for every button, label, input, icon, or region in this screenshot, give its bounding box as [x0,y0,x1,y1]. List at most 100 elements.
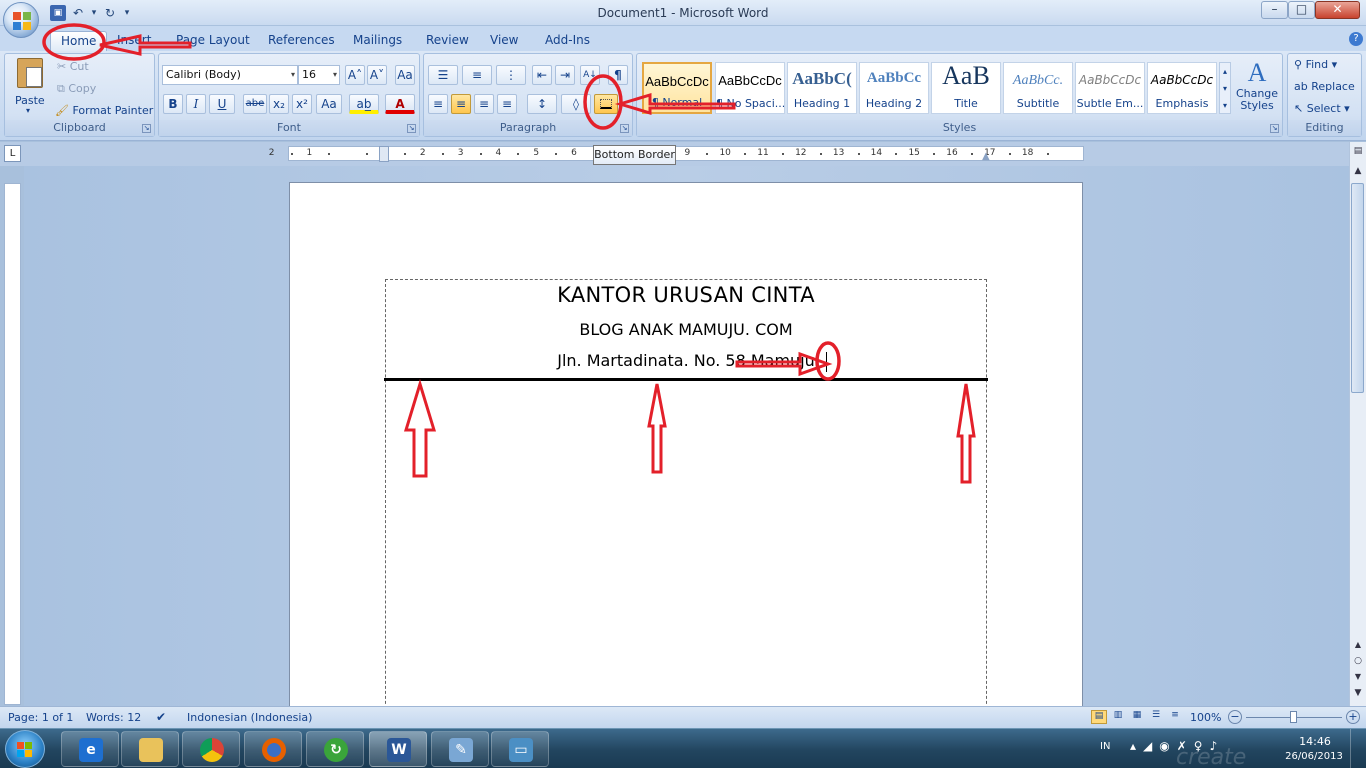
undo-icon[interactable]: ↶ [70,5,86,21]
style-heading-1[interactable]: AaBbC( Heading 1 [787,62,857,114]
style-subtitle[interactable]: AaBbCc. Subtitle [1003,62,1073,114]
font-name-combo[interactable]: Calibri (Body) ▾ [162,65,298,85]
underline-button[interactable]: U [209,94,235,114]
style-normal[interactable]: AaBbCcDc ¶ Normal [642,62,712,114]
tab-mailings[interactable]: Mailings [343,31,412,51]
page-count[interactable]: Page: 1 of 1 [8,711,73,724]
tab-review[interactable]: Review [416,31,479,51]
bullets-button[interactable]: ☰ [428,65,458,85]
right-indent-marker[interactable]: ▲ [982,151,990,162]
undo-dropdown-icon[interactable]: ▾ [90,5,98,21]
horizontal-ruler[interactable]: 21123456789101112131415161718 ▲ [269,146,1084,162]
proofing-icon[interactable]: ✔ [156,710,166,724]
header-line-2[interactable]: BLOG ANAK MAMUJU. COM [385,320,987,339]
align-right-button[interactable]: ≡ [474,94,494,114]
format-painter-button[interactable]: 🖌 Format Painter [55,104,153,117]
justify-button[interactable]: ≡ [497,94,517,114]
superscript-button[interactable]: x² [292,94,312,114]
style-heading-2[interactable]: AaBbCc Heading 2 [859,62,929,114]
tab-references[interactable]: References [258,31,345,51]
browse-object-icon[interactable]: ○ [1352,656,1364,668]
show-desktop-button[interactable] [1350,729,1366,768]
find-button[interactable]: ⚲ Find ▾ [1294,58,1337,71]
subscript-button[interactable]: x₂ [269,94,289,114]
scroll-down-icon[interactable]: ▼ [1352,688,1364,700]
taskbar-firefox[interactable] [244,731,302,767]
left-indent-marker[interactable] [379,146,389,162]
draft-icon[interactable]: ≡ [1167,710,1183,724]
style-no-spacing[interactable]: AaBbCcDc ¶ No Spaci... [715,62,785,114]
taskbar-explorer[interactable] [121,731,179,767]
taskbar-paint[interactable]: ✎ [431,731,489,767]
taskbar-word[interactable]: W [369,731,427,767]
bold-button[interactable]: B [163,94,183,114]
strikethrough-button[interactable]: abe [243,94,267,114]
tab-page-layout[interactable]: Page Layout [166,31,260,51]
paste-button[interactable]: Paste ▾ [11,58,49,116]
clipboard-launcher-icon[interactable]: ↘ [142,124,151,133]
change-case-button[interactable]: Aa [316,94,342,114]
italic-button[interactable]: I [186,94,206,114]
print-layout-icon[interactable]: ▤ [1091,710,1107,724]
line-spacing-button[interactable]: ↕ [527,94,557,114]
bottom-border-button[interactable] [594,94,618,114]
save-icon[interactable]: ▣ [50,5,66,21]
tab-view[interactable]: View [480,31,528,51]
zoom-in-icon[interactable]: + [1346,710,1360,724]
zoom-slider-thumb[interactable] [1290,711,1297,723]
previous-page-icon[interactable]: ▲ [1352,640,1364,652]
font-size-combo[interactable]: 16 ▾ [298,65,340,85]
font-launcher-icon[interactable]: ↘ [407,124,416,133]
paragraph-launcher-icon[interactable]: ↘ [620,124,629,133]
decrease-indent-button[interactable]: ⇤ [532,65,552,85]
start-button[interactable] [5,730,45,768]
zoom-level[interactable]: 100% [1190,711,1221,724]
increase-indent-button[interactable]: ⇥ [555,65,575,85]
input-language[interactable]: IN [1100,741,1110,752]
style-title[interactable]: AaB Title [931,61,1001,114]
cut-button[interactable]: ✂ Cut [57,60,89,73]
help-icon[interactable]: ? [1349,32,1363,46]
clear-formatting-button[interactable]: Aa [395,65,415,85]
taskbar-internet-explorer[interactable]: e [61,731,119,767]
redo-icon[interactable]: ↻ [102,5,118,21]
outline-icon[interactable]: ☰ [1148,710,1164,724]
tab-selector-button[interactable]: L [4,145,21,162]
tab-insert[interactable]: Insert [107,31,161,51]
numbering-button[interactable]: ≡ [462,65,492,85]
zoom-out-icon[interactable]: − [1228,710,1242,724]
header-line-3[interactable]: Jln. Martadinata. No. 58 Mamuju [385,351,987,370]
highlight-button[interactable]: ab̲ [349,94,379,114]
sort-button[interactable]: A↓ [580,65,600,85]
scrollbar-thumb[interactable] [1351,183,1364,393]
maximize-button[interactable]: □ [1288,1,1315,19]
show-hide-button[interactable]: ¶ [608,65,628,85]
web-layout-icon[interactable]: ▦ [1129,710,1145,724]
style-emphasis[interactable]: AaBbCcDc Emphasis [1147,62,1217,114]
shrink-font-button[interactable]: A˅ [367,65,387,85]
scroll-up-icon[interactable]: ▲ [1352,166,1364,178]
ruler-toggle-icon[interactable]: ▤ [1352,146,1364,158]
customize-qat-icon[interactable]: ▾ [122,5,132,21]
word-count[interactable]: Words: 12 [86,711,141,724]
full-screen-reading-icon[interactable]: ▥ [1110,710,1126,724]
change-styles-button[interactable]: A Change Styles [1234,58,1280,118]
taskbar-picture-viewer[interactable]: ▭ [491,731,549,767]
select-button[interactable]: ↖ Select ▾ [1294,102,1350,115]
minimize-button[interactable]: – [1261,1,1288,19]
vertical-ruler[interactable] [4,183,21,705]
style-subtle-emphasis[interactable]: AaBbCcDc Subtle Em... [1075,62,1145,114]
taskbar-chrome[interactable] [182,731,240,767]
align-left-button[interactable]: ≡ [428,94,448,114]
header-line-1[interactable]: KANTOR URUSAN CINTA [385,283,987,307]
language-indicator[interactable]: Indonesian (Indonesia) [187,711,312,724]
clock-time[interactable]: 14:46 [1293,735,1337,748]
tab-home[interactable]: Home [50,31,108,51]
styles-scroll[interactable]: ▴ ▾ ▾ [1219,62,1231,114]
taskbar-green-app[interactable]: ↻ [306,731,364,767]
next-page-icon[interactable]: ▼ [1352,672,1364,684]
multilevel-list-button[interactable]: ⋮ [496,65,526,85]
shading-button[interactable]: ◊ [561,94,591,114]
font-color-button[interactable]: A [385,94,415,114]
grow-font-button[interactable]: A˄ [345,65,365,85]
